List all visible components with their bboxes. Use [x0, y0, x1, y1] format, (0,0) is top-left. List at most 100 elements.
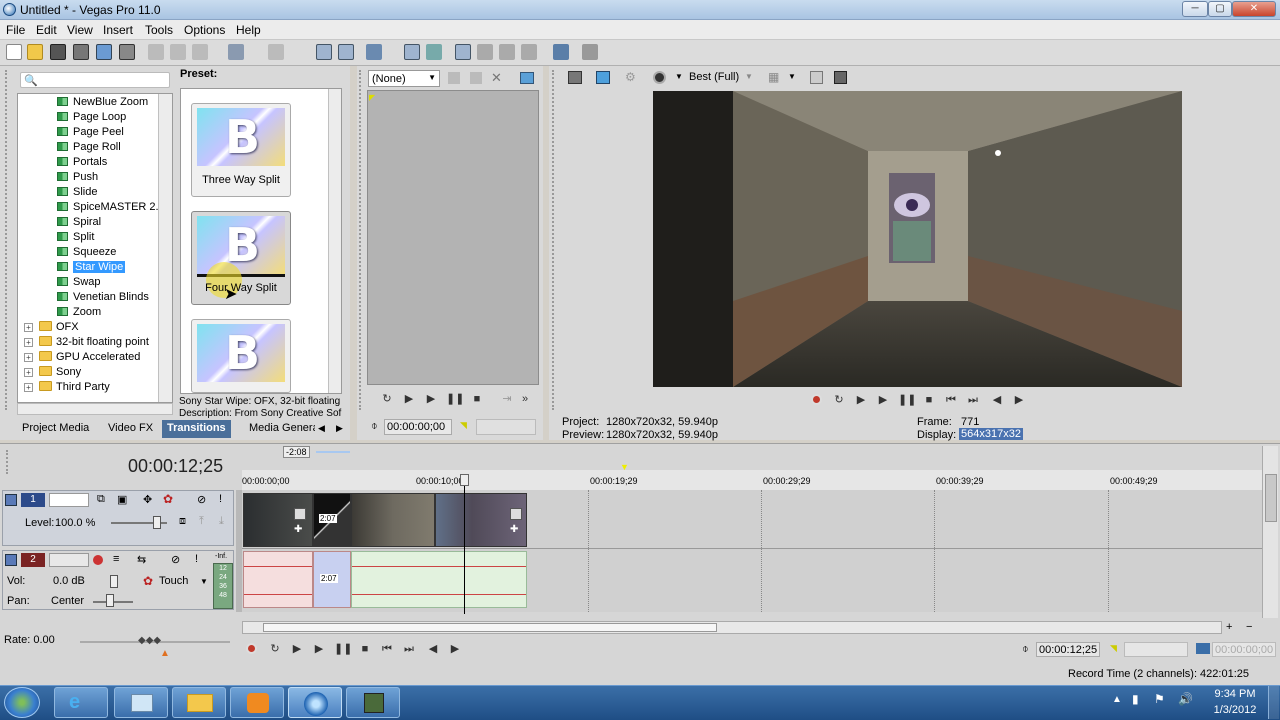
split-icon[interactable] — [553, 44, 569, 60]
external-monitor-icon[interactable] — [596, 71, 610, 84]
maximize-button[interactable]: ▢ — [1208, 1, 1232, 17]
previous-frame-icon[interactable]: ◀ — [426, 642, 440, 656]
lock-envelopes-icon[interactable] — [404, 44, 420, 60]
docking-handle[interactable] — [552, 70, 556, 410]
chevron-down-icon[interactable]: ▼ — [200, 577, 208, 586]
track-fx-icon[interactable]: ≡ — [113, 553, 119, 565]
tree-item[interactable]: Venetian Blinds — [57, 290, 169, 305]
save-snapshot-icon[interactable] — [834, 71, 847, 84]
menu-file[interactable]: File — [6, 23, 25, 37]
automation-mode-value[interactable]: Touch — [159, 575, 188, 587]
scrollbar-thumb[interactable] — [1265, 474, 1277, 522]
tree-item[interactable]: Zoom — [57, 305, 169, 320]
mute-icon[interactable]: ⊘ — [171, 553, 180, 566]
current-time-display[interactable]: 00:00:12;25 — [128, 456, 223, 477]
taskbar-internet-explorer[interactable]: e — [54, 687, 108, 718]
tab-project-media[interactable]: Project Media — [22, 422, 89, 438]
tree-item[interactable]: Portals — [57, 155, 169, 170]
record-icon[interactable] — [811, 394, 822, 405]
menu-options[interactable]: Options — [184, 23, 225, 37]
open-folder-icon[interactable] — [27, 44, 43, 60]
menu-insert[interactable]: Insert — [103, 23, 133, 37]
tree-folder[interactable]: + Third Party — [24, 380, 164, 395]
track-list-splitter[interactable] — [236, 490, 242, 612]
trimmer-view[interactable]: ◤ — [367, 90, 539, 385]
volume-icon[interactable]: 🔊 — [1178, 692, 1193, 706]
preset-three-way-split[interactable]: B Three Way Split — [191, 103, 291, 197]
menu-help[interactable]: Help — [236, 23, 261, 37]
properties-icon[interactable] — [119, 44, 135, 60]
tree-item[interactable]: Page Peel — [57, 125, 169, 140]
menu-tools[interactable]: Tools — [145, 23, 173, 37]
go-to-end-icon[interactable]: ⏭ — [966, 393, 980, 407]
preset-six-way-split[interactable]: B — [191, 319, 291, 393]
tab-media-generators[interactable]: Media Genera — [249, 422, 315, 438]
overlays-icon[interactable]: ▦ — [768, 70, 779, 84]
trimmer-dropdown[interactable]: (None) ▼ — [368, 70, 440, 87]
timeline-horizontal-scrollbar[interactable] — [242, 621, 1222, 634]
copy-icon[interactable] — [170, 44, 186, 60]
arm-for-record-icon[interactable] — [93, 555, 103, 565]
zoom-tool-icon[interactable] — [521, 44, 537, 60]
preview-properties-icon[interactable] — [568, 71, 582, 84]
tab-scroll-left-icon[interactable]: ◀ — [318, 423, 325, 434]
track-motion-icon[interactable]: ⧉ — [97, 493, 105, 506]
expand-icon[interactable]: + — [24, 338, 33, 347]
pause-icon[interactable]: ❚❚ — [334, 642, 352, 656]
video-clip[interactable] — [351, 493, 435, 547]
cut-icon[interactable] — [148, 44, 164, 60]
tree-vertical-scrollbar[interactable] — [158, 94, 172, 402]
trimmer-option-icon[interactable] — [448, 72, 460, 84]
track-name-field[interactable] — [49, 553, 89, 567]
stop-icon[interactable]: ■ — [922, 393, 936, 407]
play-from-start-icon[interactable]: ▶ — [290, 642, 304, 656]
selection-length-marker[interactable]: -2:08 — [283, 446, 310, 458]
trimmer-timecode[interactable]: 00:00:00;00 — [384, 419, 452, 435]
close-button[interactable]: ✕ — [1232, 1, 1276, 17]
ignore-grouping-icon[interactable] — [426, 44, 442, 60]
expand-icon[interactable]: + — [24, 353, 33, 362]
video-clip[interactable]: ✚ — [243, 493, 313, 547]
automation-icon[interactable]: ⇆ — [137, 553, 146, 566]
playhead-handle[interactable] — [460, 474, 469, 486]
preset-four-way-split[interactable]: B Four Way Split ➤ — [191, 211, 291, 305]
fx-icon[interactable]: ✚ — [510, 524, 518, 535]
tree-folder[interactable]: +32-bit floating point — [24, 335, 164, 350]
trimmer-option-icon[interactable]: ⇥ — [500, 392, 514, 406]
audio-clip[interactable] — [351, 551, 527, 608]
level-slider-thumb[interactable] — [153, 516, 161, 529]
track-option-icon[interactable]: ⧈ — [179, 515, 186, 528]
stop-icon[interactable]: ■ — [470, 392, 484, 406]
render-icon[interactable] — [96, 44, 112, 60]
timeline-vertical-scrollbar[interactable] — [1262, 446, 1278, 618]
pan-crop-icon[interactable] — [294, 508, 306, 520]
selection-bar[interactable] — [316, 451, 350, 453]
save-icon[interactable] — [50, 44, 66, 60]
paste-icon[interactable] — [192, 44, 208, 60]
selection-tool-icon[interactable] — [499, 44, 515, 60]
show-hidden-icons-icon[interactable]: ▲ — [1112, 694, 1122, 705]
track-minimize-icon[interactable] — [5, 494, 17, 506]
play-from-start-icon[interactable]: ▶ — [402, 392, 416, 406]
tree-item[interactable]: Squeeze — [57, 245, 169, 260]
what-is-this-help-icon[interactable] — [582, 44, 598, 60]
taskbar-explorer[interactable] — [172, 687, 226, 718]
docking-handle[interactable] — [5, 70, 13, 410]
go-to-start-icon[interactable]: ⏮ — [380, 642, 394, 656]
tree-item[interactable]: Push — [57, 170, 169, 185]
auto-crossfade-icon[interactable] — [338, 44, 354, 60]
loop-playback-icon[interactable]: ↻ — [268, 642, 282, 656]
flag-icon[interactable]: ⚑ — [1154, 692, 1165, 706]
video-frame[interactable] — [653, 91, 1182, 387]
minimize-button[interactable]: ─ — [1182, 1, 1208, 17]
tree-item-selected[interactable]: Star Wipe — [57, 260, 169, 275]
pause-icon[interactable]: ❚❚ — [446, 392, 464, 406]
trimmer-display-icon[interactable] — [520, 72, 534, 84]
zoom-in-icon[interactable]: + — [1226, 621, 1232, 633]
loop-playback-icon[interactable]: ↻ — [380, 392, 394, 406]
parent-compositing-icon[interactable]: ✿ — [163, 492, 173, 506]
compositing-mode-icon[interactable]: ✥ — [143, 493, 152, 506]
copy-snapshot-icon[interactable] — [810, 71, 823, 84]
tab-scroll-right-icon[interactable]: ▶ — [336, 423, 343, 434]
preview-quality-dropdown[interactable]: Best (Full) — [689, 71, 739, 83]
